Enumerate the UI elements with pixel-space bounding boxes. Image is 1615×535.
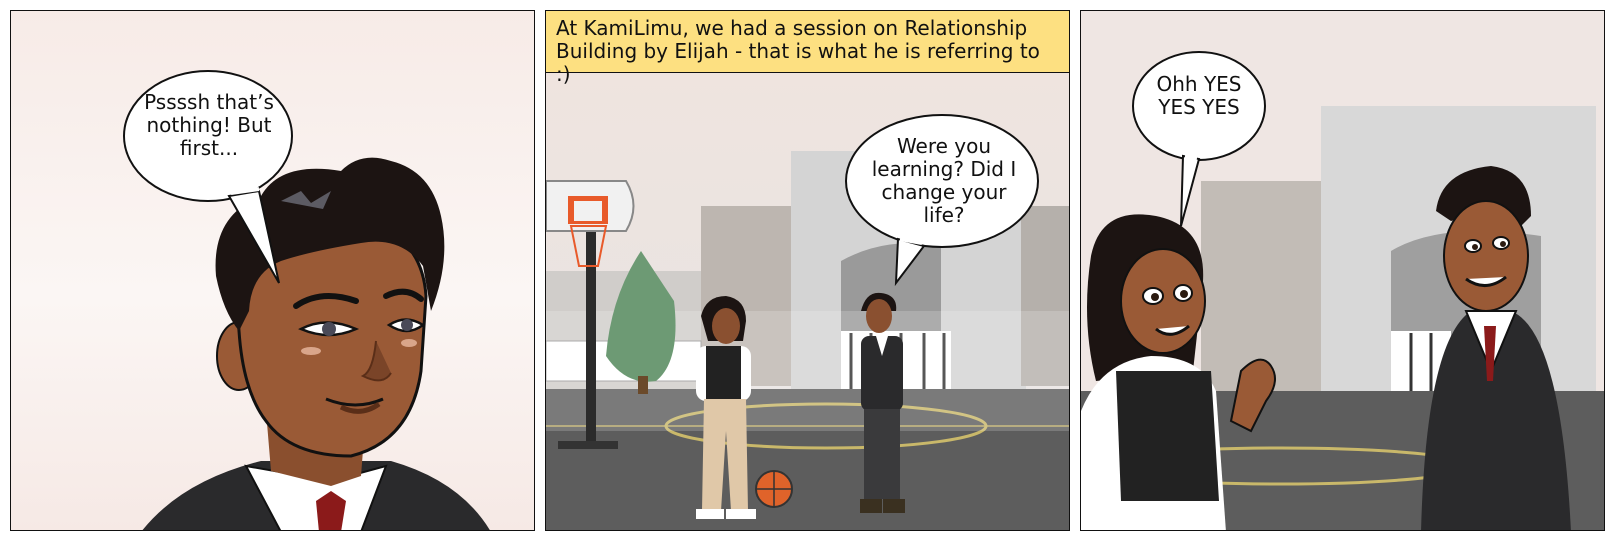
panel-1-art bbox=[123, 70, 490, 530]
speech-bubble-text: Pssssh that’s nothing! But first... bbox=[144, 90, 274, 160]
hoop-pole bbox=[586, 211, 596, 446]
speech-bubble-text: Ohh YES YES YES bbox=[1156, 72, 1242, 119]
comic-panel-1: Pssssh that’s nothing! But first... bbox=[10, 10, 535, 531]
speech-bubble-text: Were you learning? Did I change your lif… bbox=[871, 134, 1017, 227]
panel-2-art bbox=[546, 73, 1069, 530]
comic-panel-2: At KamiLimu, we had a session on Relatio… bbox=[545, 10, 1070, 531]
narration-caption: At KamiLimu, we had a session on Relatio… bbox=[546, 11, 1069, 86]
comic-panel-3: Ohh YES YES YES bbox=[1080, 10, 1605, 531]
